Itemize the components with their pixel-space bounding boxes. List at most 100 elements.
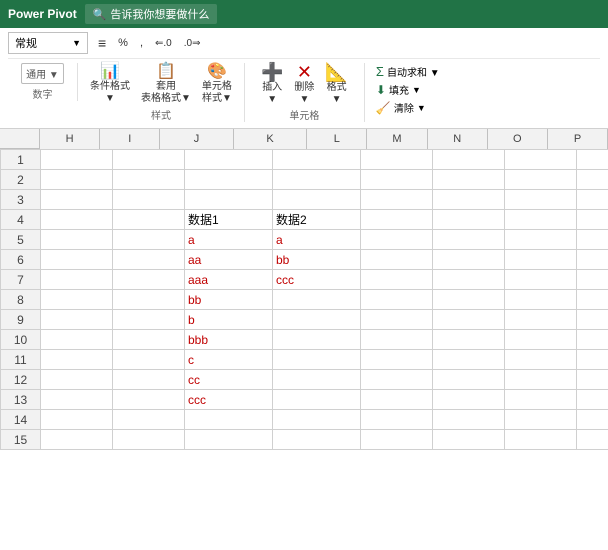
cell-r2-L[interactable] xyxy=(361,170,433,190)
cell-r15-I[interactable] xyxy=(113,430,185,450)
cell-r11-H[interactable] xyxy=(41,350,113,370)
cell-r4-N[interactable] xyxy=(505,210,577,230)
cell-r13-J[interactable]: ccc xyxy=(185,390,273,410)
cell-r4-J[interactable]: 数据1 xyxy=(185,210,273,230)
cell-r12-H[interactable] xyxy=(41,370,113,390)
cell-r9-K[interactable] xyxy=(273,310,361,330)
col-header-N[interactable]: N xyxy=(428,129,488,149)
cell-r9-M[interactable] xyxy=(433,310,505,330)
cell-r8-J[interactable]: bb xyxy=(185,290,273,310)
cell-r4-O[interactable] xyxy=(577,210,608,230)
number-format-box[interactable]: 通用 ▼ xyxy=(21,63,64,84)
cell-r3-M[interactable] xyxy=(433,190,505,210)
cell-r13-O[interactable] xyxy=(577,390,608,410)
cell-r2-M[interactable] xyxy=(433,170,505,190)
cell-r8-N[interactable] xyxy=(505,290,577,310)
cell-r4-M[interactable] xyxy=(433,210,505,230)
cell-r7-N[interactable] xyxy=(505,270,577,290)
cell-r6-M[interactable] xyxy=(433,250,505,270)
cell-r15-H[interactable] xyxy=(41,430,113,450)
autosum-btn[interactable]: Σ Σ 自动求和 自动求和 ▼ xyxy=(373,63,443,80)
cell-r11-N[interactable] xyxy=(505,350,577,370)
cell-r7-H[interactable] xyxy=(41,270,113,290)
cell-r2-O[interactable] xyxy=(577,170,608,190)
font-selector[interactable]: 常规 ▼ xyxy=(8,32,88,54)
cell-r2-K[interactable] xyxy=(273,170,361,190)
col-header-H[interactable]: H xyxy=(40,129,100,149)
cell-style-btn[interactable]: 🎨 单元格样式▼ xyxy=(198,63,236,105)
row-num-2[interactable]: 2 xyxy=(1,170,41,190)
cell-r3-N[interactable] xyxy=(505,190,577,210)
cell-r10-O[interactable] xyxy=(577,330,608,350)
cell-r7-L[interactable] xyxy=(361,270,433,290)
cell-r8-H[interactable] xyxy=(41,290,113,310)
format-btn[interactable]: 📐 格式▼ xyxy=(321,63,351,105)
insert-btn[interactable]: ➕ 插入▼ xyxy=(257,63,287,105)
row-num-11[interactable]: 11 xyxy=(1,350,41,370)
fill-btn[interactable]: ⬇ 填充 ▼ xyxy=(373,81,443,98)
cell-r2-I[interactable] xyxy=(113,170,185,190)
cell-r10-K[interactable] xyxy=(273,330,361,350)
row-num-4[interactable]: 4 xyxy=(1,210,41,230)
cell-r10-H[interactable] xyxy=(41,330,113,350)
cell-r5-K[interactable]: a xyxy=(273,230,361,250)
cell-r2-J[interactable] xyxy=(185,170,273,190)
cell-r1-J[interactable] xyxy=(185,150,273,170)
cell-r9-I[interactable] xyxy=(113,310,185,330)
cell-r3-O[interactable] xyxy=(577,190,608,210)
cell-r15-L[interactable] xyxy=(361,430,433,450)
cell-r14-J[interactable] xyxy=(185,410,273,430)
cell-r5-M[interactable] xyxy=(433,230,505,250)
cell-r12-N[interactable] xyxy=(505,370,577,390)
decrease-decimal-icon[interactable]: ⇐.0 xyxy=(153,37,174,50)
grid-container[interactable]: 1234数据1数据25aa6aabb7aaaccc8bb9b10bbb11c12… xyxy=(0,149,608,550)
cell-r1-K[interactable] xyxy=(273,150,361,170)
cell-r1-O[interactable] xyxy=(577,150,608,170)
row-num-10[interactable]: 10 xyxy=(1,330,41,350)
cell-r1-I[interactable] xyxy=(113,150,185,170)
cell-r11-I[interactable] xyxy=(113,350,185,370)
cell-r13-M[interactable] xyxy=(433,390,505,410)
cell-r13-L[interactable] xyxy=(361,390,433,410)
cell-r2-N[interactable] xyxy=(505,170,577,190)
row-num-9[interactable]: 9 xyxy=(1,310,41,330)
cell-r14-O[interactable] xyxy=(577,410,608,430)
cell-r6-H[interactable] xyxy=(41,250,113,270)
cell-r14-I[interactable] xyxy=(113,410,185,430)
cell-r5-J[interactable]: a xyxy=(185,230,273,250)
cell-r13-K[interactable] xyxy=(273,390,361,410)
col-header-I[interactable]: I xyxy=(100,129,160,149)
cell-r11-M[interactable] xyxy=(433,350,505,370)
col-header-L[interactable]: L xyxy=(307,129,367,149)
cell-r14-K[interactable] xyxy=(273,410,361,430)
row-num-3[interactable]: 3 xyxy=(1,190,41,210)
cell-r3-J[interactable] xyxy=(185,190,273,210)
cell-r6-N[interactable] xyxy=(505,250,577,270)
cell-r1-M[interactable] xyxy=(433,150,505,170)
cell-r7-K[interactable]: ccc xyxy=(273,270,361,290)
cell-r10-L[interactable] xyxy=(361,330,433,350)
cell-r12-K[interactable] xyxy=(273,370,361,390)
cell-r10-M[interactable] xyxy=(433,330,505,350)
col-header-O[interactable]: O xyxy=(488,129,548,149)
clear-btn[interactable]: 🧹 清除 ▼ xyxy=(373,99,443,116)
cell-r13-I[interactable] xyxy=(113,390,185,410)
cell-r6-I[interactable] xyxy=(113,250,185,270)
col-header-K[interactable]: K xyxy=(234,129,307,149)
row-num-8[interactable]: 8 xyxy=(1,290,41,310)
align-left-icon[interactable]: ≡ xyxy=(96,34,108,52)
cell-r15-K[interactable] xyxy=(273,430,361,450)
row-num-6[interactable]: 6 xyxy=(1,250,41,270)
cell-r7-O[interactable] xyxy=(577,270,608,290)
cell-r6-J[interactable]: aa xyxy=(185,250,273,270)
font-dropdown-icon[interactable]: ▼ xyxy=(72,38,81,48)
cell-r3-I[interactable] xyxy=(113,190,185,210)
row-num-1[interactable]: 1 xyxy=(1,150,41,170)
cell-r15-M[interactable] xyxy=(433,430,505,450)
cell-r13-N[interactable] xyxy=(505,390,577,410)
conditional-format-btn[interactable]: 📊 条件格式▼ xyxy=(86,63,134,105)
cell-r5-N[interactable] xyxy=(505,230,577,250)
cell-r12-O[interactable] xyxy=(577,370,608,390)
cell-r9-J[interactable]: b xyxy=(185,310,273,330)
cell-r6-L[interactable] xyxy=(361,250,433,270)
